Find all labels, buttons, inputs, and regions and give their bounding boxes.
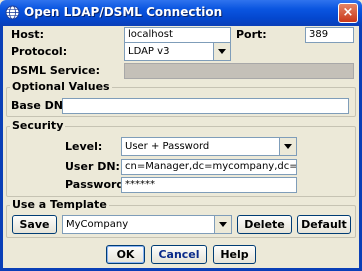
template-group: Use a Template Save MyCompany Delete Def… <box>6 199 356 238</box>
optional-values-group: Optional Values Base DN: <box>6 81 356 117</box>
security-level-select[interactable]: User + Password <box>121 137 297 156</box>
window-title: Open LDAP/DSML Connection <box>24 5 223 19</box>
chevron-down-icon[interactable] <box>279 138 296 155</box>
security-title: Security <box>10 119 66 132</box>
help-button[interactable]: Help <box>213 245 256 264</box>
template-value: MyCompany <box>66 219 129 230</box>
ok-button[interactable]: OK <box>106 245 145 264</box>
protocol-label: Protocol: <box>11 45 68 58</box>
chevron-down-icon[interactable] <box>214 216 231 233</box>
port-input[interactable]: 389 <box>305 27 354 43</box>
close-icon[interactable]: × <box>338 3 358 23</box>
delete-template-button[interactable]: Delete <box>237 215 292 234</box>
protocol-select[interactable]: LDAP v3 <box>124 42 231 61</box>
dsml-service-input <box>124 63 354 79</box>
optional-values-title: Optional Values <box>10 80 112 93</box>
user-dn-label: User DN: <box>65 160 120 173</box>
password-label: Password: <box>65 178 129 191</box>
level-label: Level: <box>65 140 103 153</box>
port-label: Port: <box>236 28 267 41</box>
base-dn-input[interactable] <box>62 98 349 114</box>
cancel-button[interactable]: Cancel <box>151 245 207 264</box>
template-title: Use a Template <box>10 198 109 211</box>
title-bar[interactable]: Open LDAP/DSML Connection × <box>0 0 362 26</box>
host-label: Host: <box>11 28 44 41</box>
base-dn-label: Base DN: <box>11 99 68 112</box>
host-input[interactable]: localhost <box>124 27 231 43</box>
template-select[interactable]: MyCompany <box>62 215 232 234</box>
dsml-service-label: DSML Service: <box>11 64 100 77</box>
password-input[interactable]: ****** <box>121 177 297 193</box>
protocol-value: LDAP v3 <box>128 46 170 57</box>
security-level-value: User + Password <box>125 141 210 152</box>
chevron-down-icon[interactable] <box>213 43 230 60</box>
dialog-body: Host: localhost Port: 389 Protocol: LDAP… <box>0 26 362 271</box>
security-group: Security Level: User + Password User DN:… <box>6 120 356 197</box>
save-template-button[interactable]: Save <box>12 215 57 234</box>
globe-icon <box>5 5 20 20</box>
user-dn-input[interactable]: cn=Manager,dc=mycompany,dc=com <box>121 159 297 175</box>
default-template-button[interactable]: Default <box>297 215 351 234</box>
